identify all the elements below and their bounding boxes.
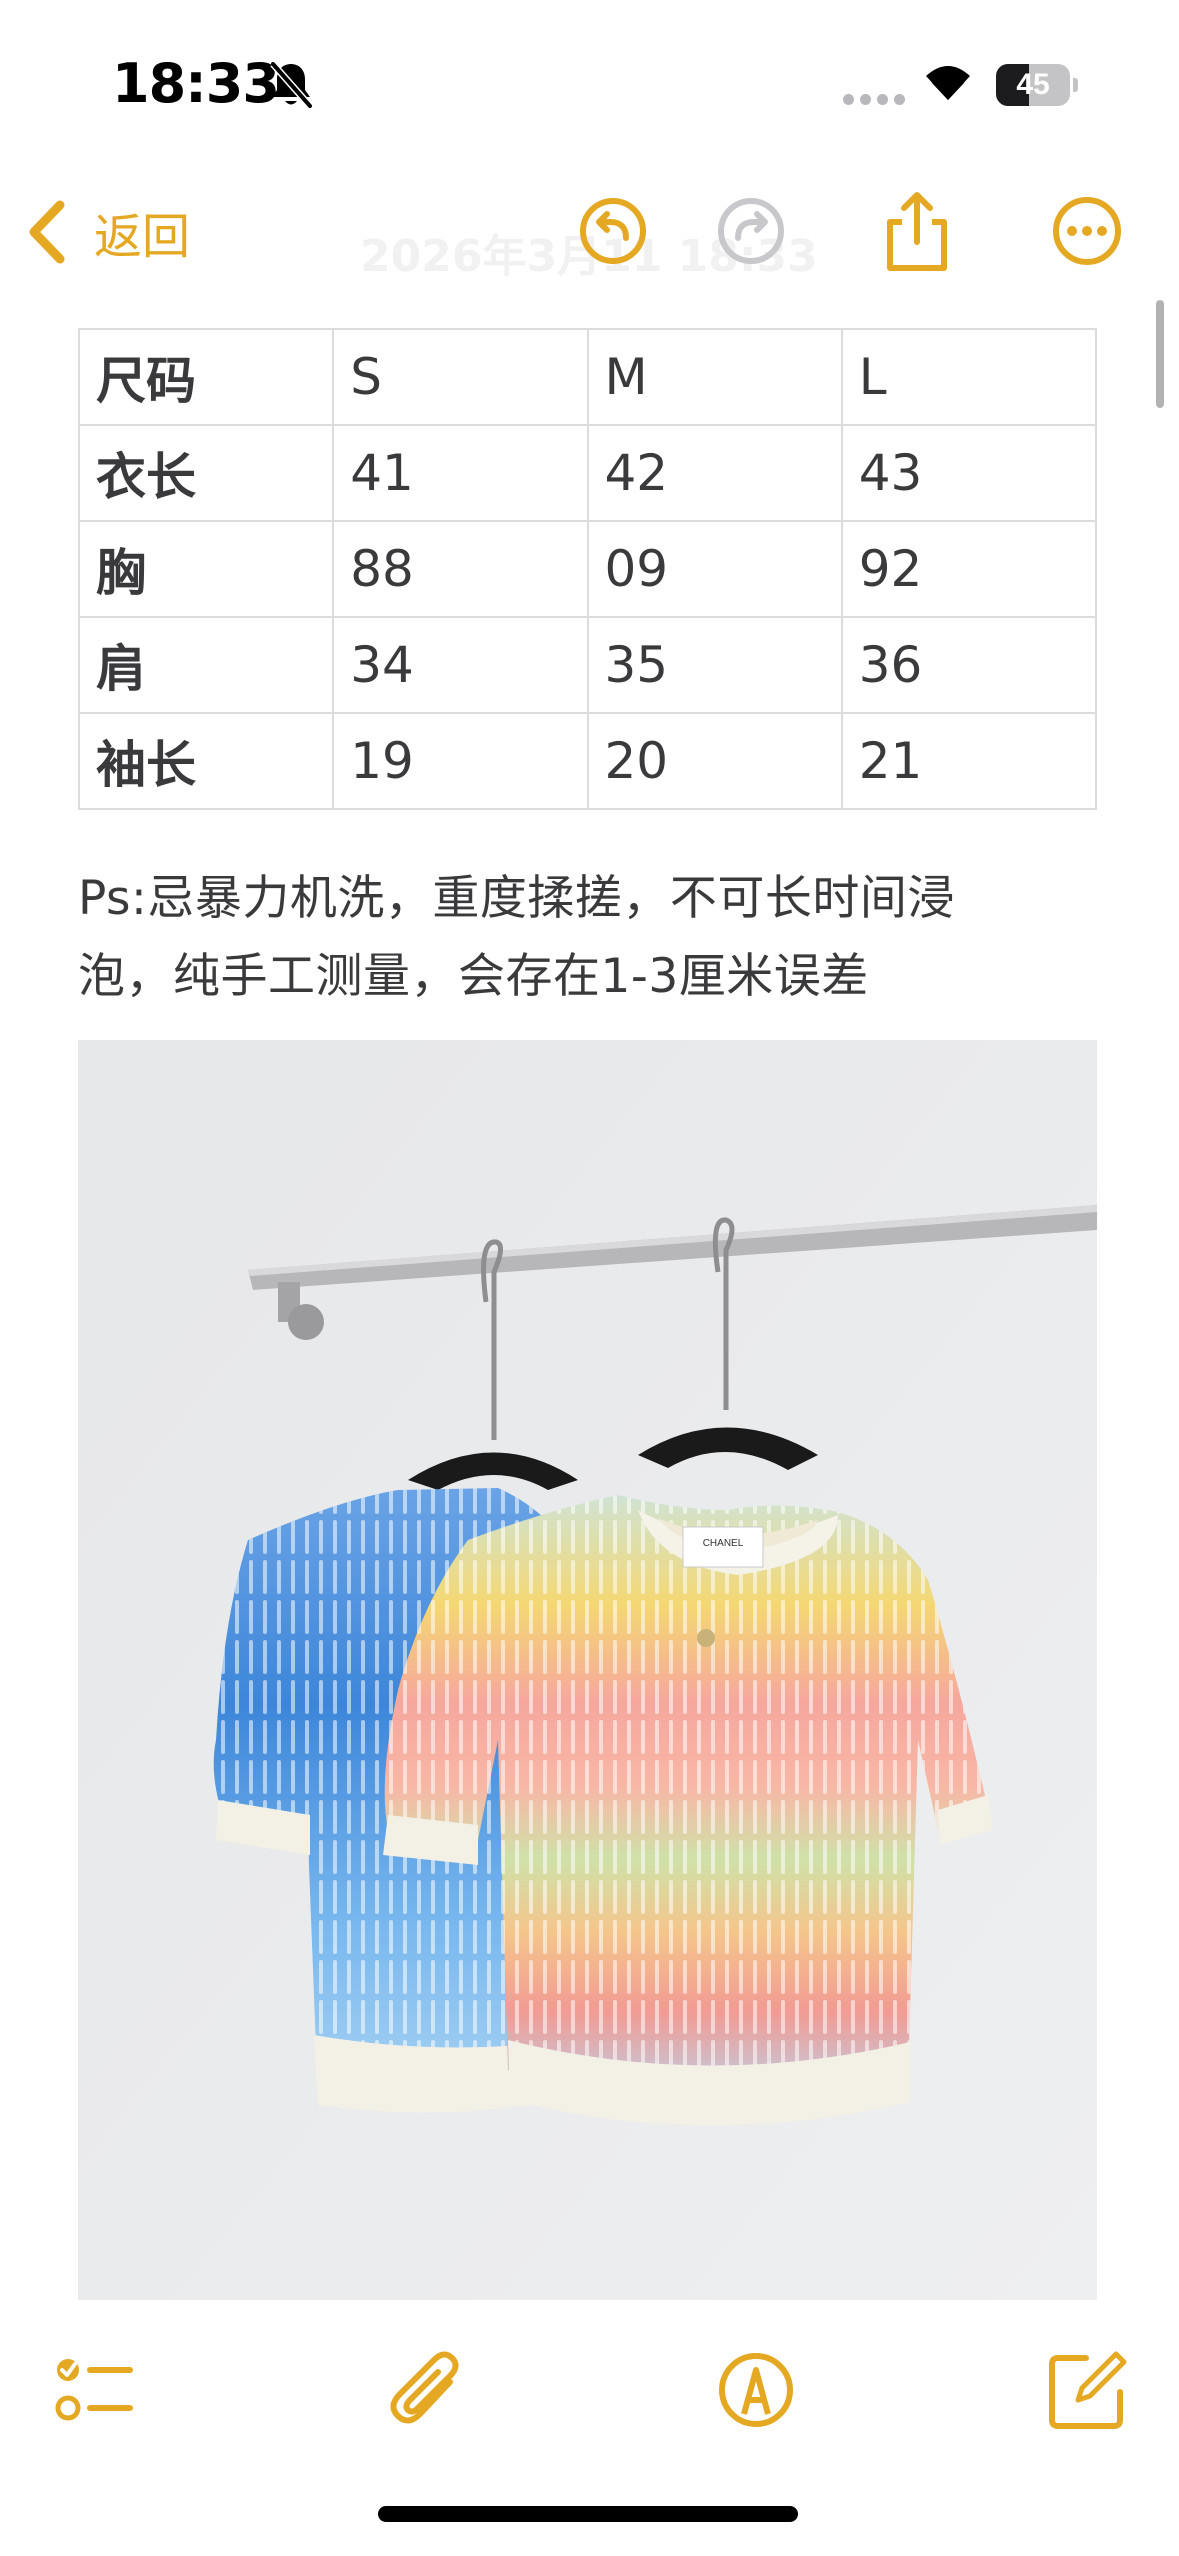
- table-row: 衣长 41 42 43: [77, 424, 1098, 522]
- table-header-cell[interactable]: 尺码: [77, 328, 335, 426]
- table-cell[interactable]: 09: [586, 520, 843, 618]
- scroll-indicator[interactable]: [1156, 300, 1164, 408]
- table-cell[interactable]: 肩: [77, 616, 335, 714]
- navigation-bar: 返回 2026年3月11 18:33: [0, 170, 1179, 295]
- table-cell[interactable]: 42: [586, 424, 843, 522]
- checklist-icon[interactable]: [52, 2348, 136, 2432]
- note-line: 泡，纯手工测量，会存在1-3厘米误差: [78, 949, 869, 1004]
- table-header-cell[interactable]: L: [840, 328, 1098, 426]
- status-bar: 18:33 45: [0, 0, 1179, 170]
- battery-icon: 45: [996, 64, 1078, 106]
- table-cell[interactable]: 36: [840, 616, 1098, 714]
- table-cell[interactable]: 34: [332, 616, 589, 714]
- table-cell[interactable]: 43: [840, 424, 1098, 522]
- redo-icon[interactable]: [708, 188, 794, 274]
- table-cell[interactable]: 88: [332, 520, 589, 618]
- brand-tag: CHANEL: [703, 1538, 744, 1549]
- table-row: 胸 88 09 92: [77, 520, 1098, 618]
- back-button[interactable]: 返回: [22, 192, 190, 272]
- undo-icon[interactable]: [570, 188, 656, 274]
- table-header-cell[interactable]: M: [586, 328, 843, 426]
- compose-icon[interactable]: [1046, 2348, 1130, 2432]
- markup-pen-icon[interactable]: [714, 2348, 798, 2432]
- note-line: Ps:忌暴力机洗，重度揉搓，不可长时间浸: [78, 871, 955, 926]
- share-icon[interactable]: [874, 188, 960, 274]
- table-cell[interactable]: 92: [840, 520, 1098, 618]
- back-label: 返回: [94, 209, 191, 265]
- cellular-signal-icon: [843, 94, 905, 106]
- table-cell[interactable]: 衣长: [77, 424, 335, 522]
- home-indicator[interactable]: [378, 2506, 798, 2522]
- table-row: 袖长 19 20 21: [77, 712, 1098, 810]
- table-cell[interactable]: 41: [332, 424, 589, 522]
- bell-slash-icon: [270, 61, 313, 109]
- table-cell[interactable]: 20: [586, 712, 843, 810]
- battery-level: 45: [1016, 68, 1050, 101]
- table-cell[interactable]: 21: [840, 712, 1098, 810]
- chevron-left-icon: [29, 200, 65, 264]
- size-table: 尺码 S M L 衣长 41 42 43 胸 88 09 92 肩 34 35 …: [77, 328, 1098, 810]
- table-header-row: 尺码 S M L: [77, 328, 1098, 426]
- note-body-text[interactable]: Ps:忌暴力机洗，重度揉搓，不可长时间浸 泡，纯手工测量，会存在1-3厘米误差: [78, 860, 1097, 1016]
- table-row: 肩 34 35 36: [77, 616, 1098, 714]
- table-cell[interactable]: 袖长: [77, 712, 335, 810]
- table-cell[interactable]: 35: [586, 616, 843, 714]
- product-photo[interactable]: CHANEL: [78, 1040, 1097, 2300]
- table-cell[interactable]: 19: [332, 712, 589, 810]
- wifi-icon: [926, 66, 970, 100]
- paperclip-icon[interactable]: [386, 2348, 470, 2432]
- table-header-cell[interactable]: S: [332, 328, 589, 426]
- status-time: 18:33: [112, 52, 280, 115]
- more-icon[interactable]: [1044, 188, 1130, 274]
- table-cell[interactable]: 胸: [77, 520, 335, 618]
